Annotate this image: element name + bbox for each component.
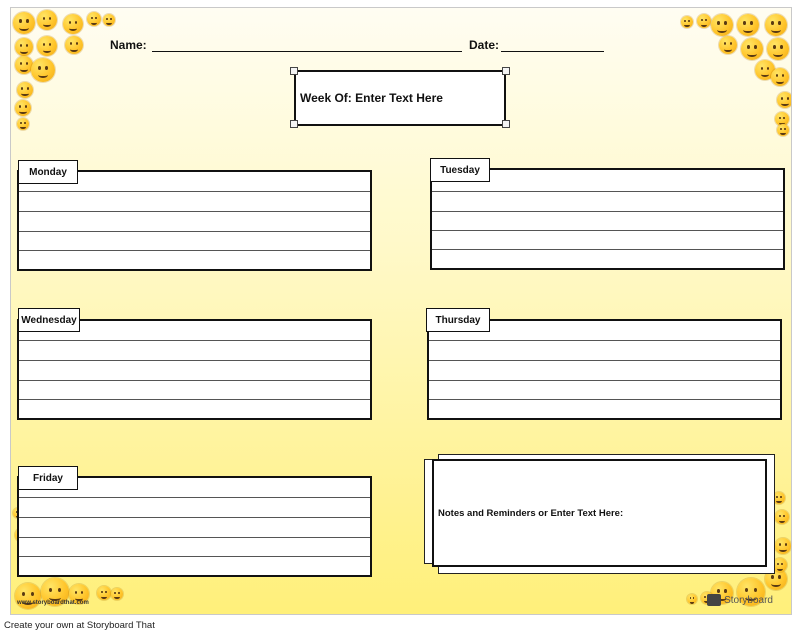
emoji-face-icon [767,38,789,60]
emoji-face-icon [31,58,55,82]
emoji-face-icon [697,14,711,28]
monday-box[interactable] [17,170,372,271]
wednesday-box[interactable] [17,319,372,420]
resize-handle[interactable] [502,67,510,75]
tuesday-box[interactable] [430,168,785,270]
emoji-face-icon [777,124,789,136]
watermark-url: www.storyboardthat.com [17,600,89,606]
week-of-label: Week Of: Enter Text Here [300,91,443,105]
thursday-box[interactable] [427,319,782,420]
emoji-face-icon [773,558,787,572]
emoji-face-icon [15,38,33,56]
emoji-face-icon [13,12,35,34]
emoji-face-icon [681,16,693,28]
emoji-face-icon [719,36,737,54]
emoji-face-icon [737,14,759,36]
emoji-face-icon [687,594,697,604]
date-label: Date: [469,38,500,52]
emoji-face-icon [17,118,29,130]
emoji-face-icon [63,14,83,34]
friday-box[interactable] [17,476,372,577]
notes-box[interactable]: Notes and Reminders or Enter Text Here: [432,459,767,567]
week-of-box[interactable]: Week Of: Enter Text Here [294,70,506,126]
date-field[interactable] [501,51,604,52]
emoji-face-icon [775,538,791,554]
emoji-face-icon [777,92,791,108]
resize-handle[interactable] [290,120,298,128]
emoji-face-icon [87,12,101,26]
emoji-face-icon [775,510,789,524]
emoji-face-icon [15,100,31,116]
storyboard-logo-icon [707,594,722,606]
emoji-face-icon [37,10,57,30]
name-field[interactable] [152,51,462,52]
emoji-face-icon [711,14,733,36]
emoji-face-icon [771,68,789,86]
notes-label: Notes and Reminders or Enter Text Here: [438,507,624,519]
emoji-face-icon [741,38,763,60]
tab-thursday: Thursday [426,308,490,332]
emoji-face-icon [37,36,57,56]
tab-wednesday: Wednesday [18,308,80,332]
emoji-face-icon [765,14,787,36]
tab-tuesday: Tuesday [430,158,490,182]
emoji-face-icon [97,586,111,600]
tab-monday: Monday [18,160,78,184]
footer-credit: Create your own at Storyboard That [4,620,155,631]
resize-handle[interactable] [290,67,298,75]
tab-friday: Friday [18,466,78,490]
watermark-logo: Storyboard [707,594,773,606]
emoji-face-icon [103,14,115,26]
worksheet: Name: Date: Week Of: Enter Text Here Mon… [10,7,792,615]
watermark-brand: Storyboard [724,594,773,606]
emoji-face-icon [17,82,33,98]
emoji-face-icon [111,588,123,600]
name-label: Name: [110,38,147,52]
emoji-face-icon [65,36,83,54]
resize-handle[interactable] [502,120,510,128]
